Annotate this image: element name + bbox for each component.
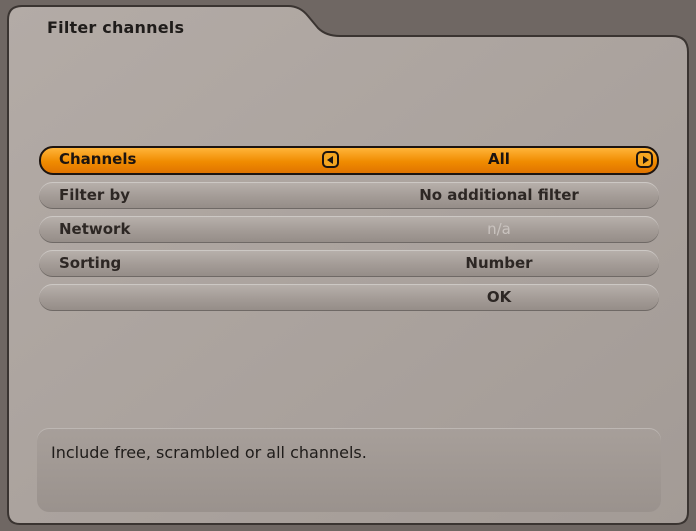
menu-row-filter-by[interactable]: Filter by No additional filter: [39, 182, 659, 209]
ok-button[interactable]: OK: [39, 284, 659, 311]
ok-button-label: OK: [486, 288, 512, 306]
menu-row-label: Network: [59, 220, 131, 238]
menu-row-value: n/a: [487, 220, 511, 238]
page-title: Filter channels: [47, 18, 185, 37]
menu-row-channels[interactable]: Channels All: [39, 146, 659, 175]
menu-row-value: Number: [465, 254, 533, 272]
menu-row-value: No additional filter: [419, 186, 579, 204]
arrow-right-icon[interactable]: [636, 151, 653, 168]
menu-row-label: Filter by: [59, 186, 131, 204]
menu-row-label: Channels: [59, 150, 137, 168]
menu-row-network[interactable]: Network n/a: [39, 216, 659, 243]
menu-row-label: Sorting: [59, 254, 122, 272]
arrow-left-icon[interactable]: [322, 151, 339, 168]
settings-menu: Channels All Filter by No additional fil…: [39, 146, 659, 318]
help-text: Include free, scrambled or all channels.: [51, 443, 367, 462]
help-box: Include free, scrambled or all channels.: [37, 428, 661, 512]
filter-channels-dialog: Filter channels Channels All Filter by N…: [0, 0, 696, 531]
menu-row-sorting[interactable]: Sorting Number: [39, 250, 659, 277]
menu-row-value: All: [488, 150, 510, 168]
